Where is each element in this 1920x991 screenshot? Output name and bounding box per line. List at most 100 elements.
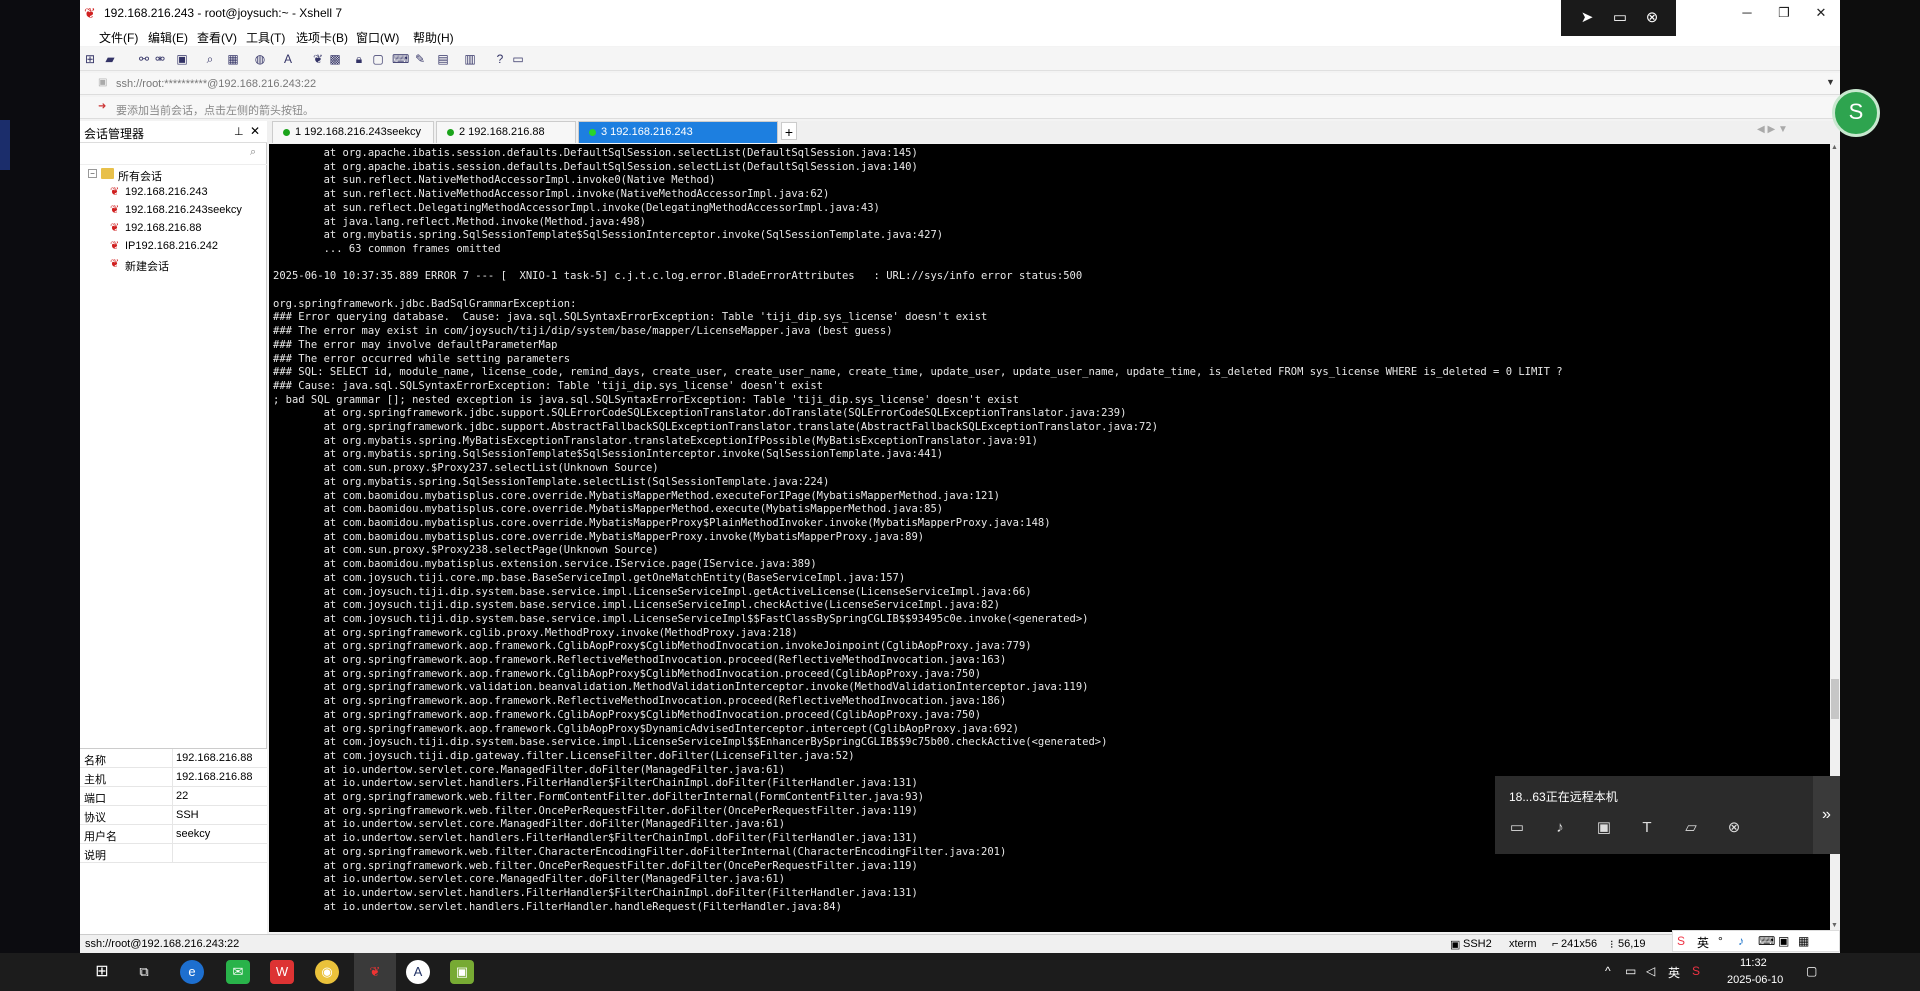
notification-icon[interactable]: ▢ <box>1806 964 1817 978</box>
toolbox-icon[interactable]: ▦ <box>1798 934 1809 948</box>
start-icon[interactable]: ⊞ <box>90 960 114 984</box>
ime-language[interactable]: 英 <box>1697 934 1709 951</box>
microphone-icon[interactable]: ♪ <box>1548 816 1572 840</box>
prop-key: 协议 <box>84 812 106 824</box>
keyboard-icon[interactable]: ⌨ <box>1758 934 1775 948</box>
session-item-label: IP192.168.216.242 <box>125 240 218 252</box>
scrollbar-thumb[interactable] <box>1831 679 1839 719</box>
properties-icon[interactable]: ▣ <box>174 51 190 67</box>
window-icon[interactable]: ▥ <box>462 51 478 67</box>
layout-icon[interactable]: ▦ <box>225 51 241 67</box>
font-icon[interactable]: A <box>280 51 296 67</box>
link-icon[interactable]: ⚯ <box>136 51 152 67</box>
assistant-logo-icon[interactable]: S <box>1832 89 1880 137</box>
tab-session-1[interactable]: 1 192.168.216.243seekcy <box>272 121 434 143</box>
unlink-icon[interactable]: ⚮ <box>152 51 168 67</box>
compose-icon[interactable]: ▤ <box>435 51 451 67</box>
menu-view[interactable]: 查看(V) <box>197 29 237 46</box>
menu-tabs[interactable]: 选项卡(B) <box>296 29 348 46</box>
session-item[interactable]: ❦ 192.168.216.243seekcy <box>80 202 267 220</box>
folder-transfer-icon[interactable]: ▱ <box>1679 816 1703 840</box>
help-icon[interactable]: ? <box>492 51 508 67</box>
vpn-icon[interactable]: A <box>406 960 430 984</box>
session-item[interactable]: ❦ IP192.168.216.242 <box>80 238 267 256</box>
disconnect-icon[interactable]: ⊗ <box>1722 816 1746 840</box>
xftp-icon[interactable]: ▩ <box>327 51 343 67</box>
remote-task-icon[interactable]: ▣ <box>450 960 474 984</box>
remote-session-panel: 18...63正在远程本机 ▭ ♪ ▣ T ▱ ⊗ » <box>1495 776 1840 854</box>
chrome-icon[interactable]: ◉ <box>315 960 339 984</box>
toolbar: ⊞ ▰ ⚯ ⚮ ▣ ⌕ ▦ ◍ A ❦ ▩ 🔒︎ ▢ ⌨ ✎ ▤ ▥ ? ▭ <box>80 47 1840 71</box>
collapse-icon[interactable]: − <box>88 169 97 178</box>
clock-time[interactable]: 11:32 <box>1740 957 1767 969</box>
session-item-label: 192.168.216.243seekcy <box>125 204 242 216</box>
menu-tools[interactable]: 工具(T) <box>246 29 285 46</box>
menu-help[interactable]: 帮助(H) <box>413 29 454 46</box>
open-folder-icon[interactable]: ▰ <box>102 51 118 67</box>
text-icon[interactable]: T <box>1635 816 1659 840</box>
tray-sogou-icon[interactable]: S <box>1692 964 1700 978</box>
tab-session-3[interactable]: 3 192.168.216.243 <box>578 121 778 143</box>
tree-root[interactable]: − 所有会话 <box>80 166 267 184</box>
menu-edit[interactable]: 编辑(E) <box>148 29 188 46</box>
volume-icon[interactable]: ◁ <box>1646 964 1655 978</box>
session-search[interactable]: ⌕ <box>80 143 267 165</box>
pin-icon[interactable]: ⊥ <box>234 125 244 138</box>
network-icon[interactable]: ▭ <box>1625 964 1636 978</box>
tray-expand-icon[interactable]: ^ <box>1605 964 1611 978</box>
address-input[interactable]: ssh://root:**********@192.168.216.243:22 <box>116 78 316 90</box>
add-session-arrow-icon[interactable]: ➜ <box>98 101 106 112</box>
tab-scroll-arrows[interactable]: ◀ ▶ ▼ <box>1757 124 1788 135</box>
terminal-text: at org.apache.ibatis.session.defaults.De… <box>273 147 1563 913</box>
session-item[interactable]: ❦ 192.168.216.243 <box>80 184 267 202</box>
pen-icon[interactable]: ✎ <box>412 51 428 67</box>
session-item[interactable]: ❦ 192.168.216.88 <box>80 220 267 238</box>
skin-icon[interactable]: ▣ <box>1778 934 1789 948</box>
new-session-icon[interactable]: ⊞ <box>82 51 98 67</box>
send-icon[interactable]: ➤ <box>1577 8 1597 28</box>
edge-icon[interactable]: e <box>180 960 204 984</box>
session-item[interactable]: ❦ 新建会话 <box>80 256 267 274</box>
lock-icon[interactable]: 🔒︎ <box>351 51 367 67</box>
maximize-button[interactable]: ❐ <box>1764 2 1804 24</box>
address-dropdown-icon[interactable]: ▼ <box>1826 77 1835 87</box>
session-item-label: 192.168.216.243 <box>125 186 208 198</box>
close-icon[interactable]: ⊗ <box>1642 8 1662 28</box>
minimize-button[interactable]: ─ <box>1727 2 1767 24</box>
add-tab-button[interactable]: + <box>781 122 797 140</box>
tab-session-2[interactable]: 2 192.168.216.88 <box>436 121 576 143</box>
globe-icon[interactable]: ◍ <box>252 51 268 67</box>
hint-bar: ➜ 要添加当前会话，点击左侧的箭头按钮。 <box>80 97 1840 119</box>
screen-icon[interactable]: ▭ <box>1610 8 1630 28</box>
scroll-down-icon[interactable]: ▼ <box>1831 922 1838 929</box>
chat-icon[interactable]: ▭ <box>510 51 526 67</box>
mic-icon[interactable]: ♪ <box>1738 934 1744 948</box>
punctuation-icon[interactable]: ° <box>1718 934 1723 948</box>
xshell-icon[interactable]: ❦ <box>310 51 326 67</box>
wps-icon[interactable]: W <box>270 960 294 984</box>
prop-value: 22 <box>176 790 189 802</box>
prop-key: 端口 <box>84 793 106 805</box>
search-icon: ⌕ <box>250 146 257 158</box>
scroll-up-icon[interactable]: ▲ <box>1831 144 1838 151</box>
session-manager-title: 会话管理器 <box>84 127 145 141</box>
wechat-icon[interactable]: ✉ <box>226 960 250 984</box>
keyboard-icon[interactable]: ⌨ <box>392 51 409 67</box>
session-properties: 名称 192.168.216.88 主机 192.168.216.88 端口 22 协… <box>80 748 267 938</box>
menu-window[interactable]: 窗口(W) <box>356 29 399 46</box>
collapse-panel-button[interactable]: » <box>1813 776 1840 854</box>
screenshot-icon[interactable]: ▣ <box>1592 816 1616 840</box>
chat-icon[interactable]: ▭ <box>1505 816 1529 840</box>
clock-date[interactable]: 2025-06-10 <box>1727 974 1783 986</box>
menu-file[interactable]: 文件(F) <box>99 29 138 46</box>
task-view-icon[interactable]: ⧉ <box>132 960 156 984</box>
connected-dot <box>447 129 454 136</box>
xshell-task-icon[interactable]: ❦ <box>363 960 387 984</box>
lock2-icon[interactable]: ▢ <box>370 51 386 67</box>
close-window-button[interactable]: ✕ <box>1801 2 1841 24</box>
close-panel-icon[interactable]: ✕ <box>250 124 260 138</box>
find-icon[interactable]: ⌕ <box>202 51 218 67</box>
tray-language[interactable]: 英 <box>1668 964 1680 981</box>
sogou-icon[interactable]: S <box>1677 934 1685 948</box>
session-item-label: 新建会话 <box>125 261 169 273</box>
